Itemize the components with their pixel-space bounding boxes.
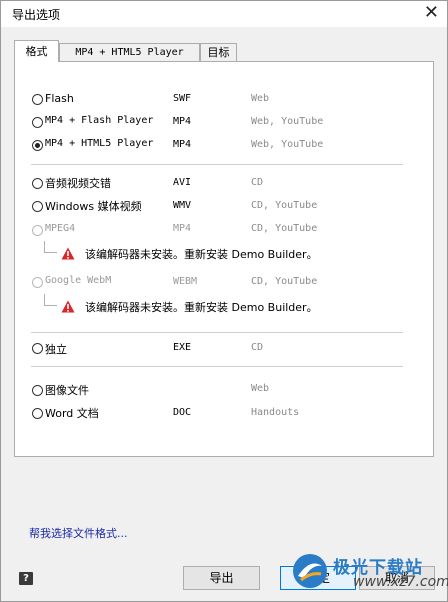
radio-mp4-flash-player[interactable]	[32, 117, 43, 128]
format-extension: WMV	[173, 200, 192, 211]
window-title: 导出选项	[12, 8, 61, 22]
close-icon[interactable]: ✕	[424, 3, 439, 23]
tab-format-label: 格式	[25, 45, 48, 58]
radio-image-files[interactable]	[32, 385, 43, 396]
help-icon[interactable]: ?	[19, 572, 33, 585]
radio-wmv[interactable]	[32, 201, 43, 212]
format-extension: EXE	[173, 342, 192, 353]
tree-connector	[44, 241, 57, 253]
format-extension: MP4	[173, 223, 192, 234]
radio-mp4-html5-player[interactable]	[32, 140, 43, 151]
codec-warning-webm: 该编解码器未安装。重新安装 Demo Builder。	[85, 301, 318, 314]
tab-mp4-html5-player-label: MP4 + HTML5 Player	[75, 47, 184, 58]
radio-flash[interactable]	[32, 94, 43, 105]
format-target: CD, YouTube	[251, 223, 318, 234]
title-bar: 导出选项 ✕	[1, 1, 447, 27]
tab-format[interactable]: 格式	[14, 40, 59, 62]
format-label: MP4 + Flash Player	[45, 115, 154, 126]
format-label: 独立	[45, 343, 67, 356]
format-target: Web	[251, 93, 270, 104]
watermark-logo-icon	[293, 554, 327, 588]
radio-word-document[interactable]	[32, 408, 43, 419]
format-label: Flash	[45, 92, 74, 105]
export-options-dialog: 导出选项 ✕ 格式 MP4 + HTML5 Player 目标 Flash SW…	[0, 0, 448, 602]
format-target: CD, YouTube	[251, 276, 318, 287]
format-target: CD	[251, 177, 264, 188]
warning-icon	[61, 247, 75, 260]
watermark: 极光下载站 www.xz7.com	[291, 550, 448, 596]
format-extension: SWF	[173, 93, 192, 104]
warning-icon	[61, 300, 75, 313]
format-label: MPEG4	[45, 223, 76, 234]
format-target: CD, YouTube	[251, 200, 318, 211]
format-label: MP4 + HTML5 Player	[45, 138, 154, 149]
format-label: 图像文件	[45, 384, 89, 397]
format-extension: DOC	[173, 407, 192, 418]
tab-mp4-html5-player[interactable]: MP4 + HTML5 Player	[59, 43, 200, 61]
separator	[31, 332, 403, 333]
format-extension: WEBM	[173, 276, 198, 287]
radio-mpeg4	[32, 225, 43, 236]
format-extension: MP4	[173, 116, 192, 127]
watermark-url: www.xz7.com	[353, 574, 448, 590]
export-button[interactable]: 导出	[183, 566, 260, 590]
separator	[31, 366, 403, 367]
tab-target-label: 目标	[207, 46, 230, 59]
tree-connector	[44, 294, 57, 306]
format-target: CD	[251, 342, 264, 353]
tab-target[interactable]: 目标	[200, 43, 237, 61]
radio-google-webm	[32, 277, 43, 288]
format-label: Google WebM	[45, 275, 112, 286]
format-target: Web, YouTube	[251, 139, 324, 150]
format-target: Web, YouTube	[251, 116, 324, 127]
help-choose-format-link[interactable]: 帮我选择文件格式...	[29, 525, 128, 541]
radio-standalone[interactable]	[32, 343, 43, 354]
separator	[31, 164, 403, 165]
format-target: Handouts	[251, 407, 300, 418]
format-target: Web	[251, 383, 270, 394]
format-label: Word 文档	[45, 407, 99, 420]
codec-warning-mpeg4: 该编解码器未安装。重新安装 Demo Builder。	[85, 248, 318, 261]
format-extension: MP4	[173, 139, 192, 150]
radio-avi[interactable]	[32, 178, 43, 189]
format-label: 音频视频交错	[45, 177, 111, 190]
format-label: Windows 媒体视频	[45, 200, 142, 213]
format-extension: AVI	[173, 177, 192, 188]
